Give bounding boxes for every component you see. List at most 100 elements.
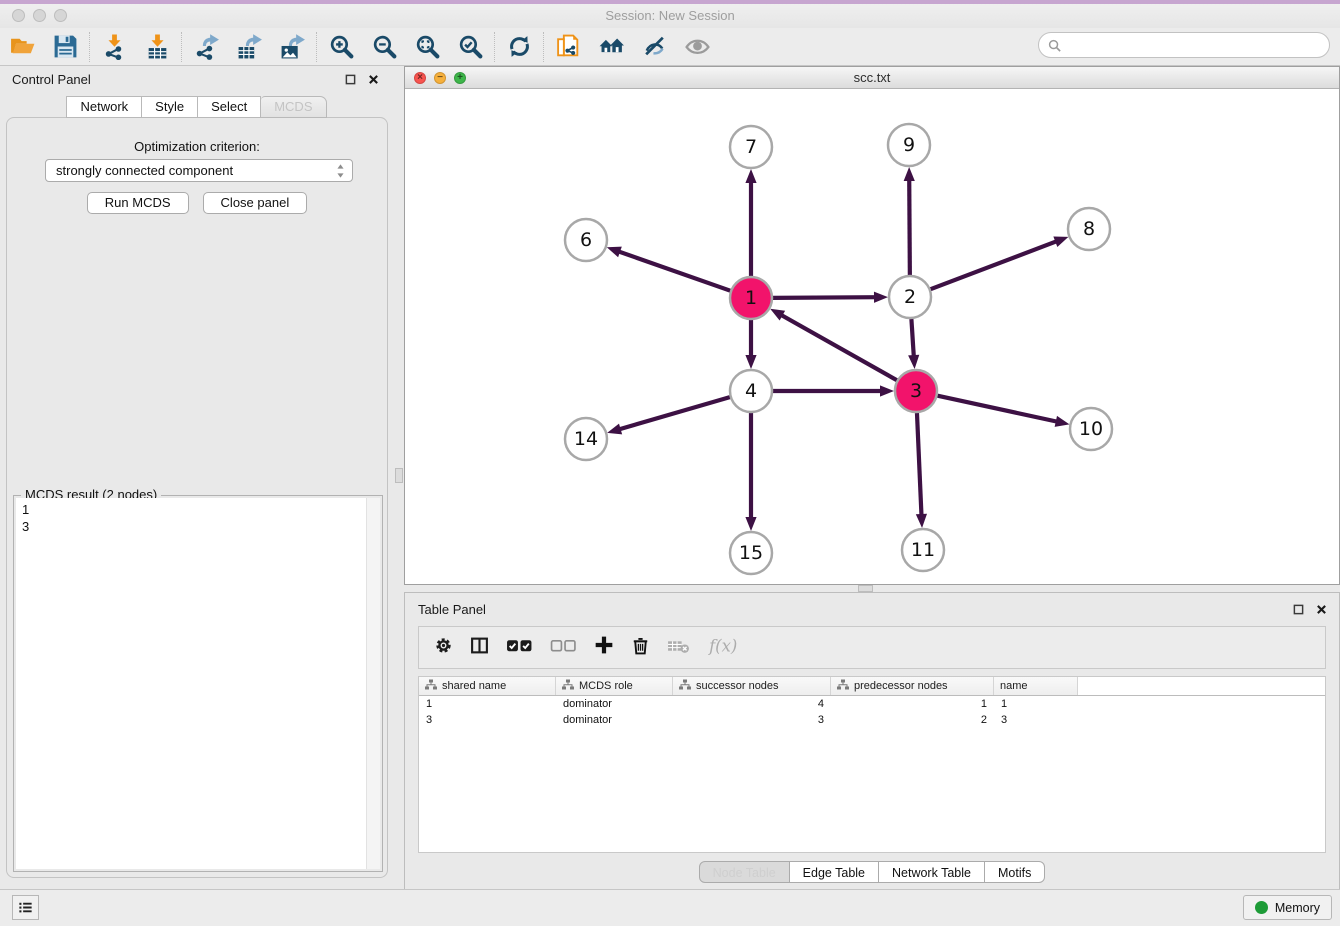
horizontal-splitter-handle[interactable] xyxy=(858,585,873,592)
network-window-titlebar[interactable]: × − + scc.txt xyxy=(405,67,1339,89)
close-panel-button[interactable] xyxy=(365,71,381,87)
open-file-button[interactable] xyxy=(6,31,38,63)
apply-preferred-layout-button[interactable] xyxy=(503,31,535,63)
graph-node-9[interactable]: 9 xyxy=(888,124,930,166)
export-image-button[interactable] xyxy=(276,31,308,63)
tab-motifs[interactable]: Motifs xyxy=(985,861,1045,883)
zoom-in-button[interactable] xyxy=(325,31,357,63)
close-table-panel-button[interactable] xyxy=(1313,601,1329,617)
table-row[interactable]: 1dominator411 xyxy=(419,696,1325,712)
graph-edge-1-6[interactable] xyxy=(607,247,730,291)
table-cell[interactable]: dominator xyxy=(556,698,673,710)
memory-status-button[interactable]: Memory xyxy=(1243,895,1332,920)
close-network-button[interactable]: × xyxy=(414,72,426,84)
table-cell[interactable]: 1 xyxy=(994,698,1078,710)
unselect-all-columns-button[interactable] xyxy=(550,636,577,660)
table-cell[interactable]: 1 xyxy=(419,698,556,710)
select-all-columns-button[interactable] xyxy=(506,636,533,660)
graph-node-3[interactable]: 3 xyxy=(895,370,937,412)
graph-edge-2-9[interactable] xyxy=(904,167,915,275)
graph-node-1[interactable]: 1 xyxy=(730,277,772,319)
network-canvas[interactable]: 7 9 6 8 1 2 4 3 14 10 15 11 xyxy=(405,89,1339,584)
search-input[interactable] xyxy=(1062,34,1319,56)
hide-graphics-details-button[interactable] xyxy=(638,31,670,63)
show-columns-button[interactable] xyxy=(470,636,489,660)
table-cell[interactable]: dominator xyxy=(556,714,673,726)
show-task-history-button[interactable] xyxy=(12,895,39,920)
column-header-predecessor-nodes[interactable]: predecessor nodes xyxy=(831,677,994,695)
close-window-button[interactable] xyxy=(12,9,25,22)
show-graphics-details-button[interactable] xyxy=(681,31,713,63)
table-cell[interactable]: 3 xyxy=(419,714,556,726)
import-network-button[interactable] xyxy=(98,31,130,63)
tab-style[interactable]: Style xyxy=(142,96,198,118)
import-network-icon xyxy=(101,33,128,60)
mcds-result-list[interactable]: 13 xyxy=(16,498,380,869)
table-cell[interactable]: 1 xyxy=(831,698,994,710)
zoom-fit-content-button[interactable] xyxy=(411,31,443,63)
minimize-window-button[interactable] xyxy=(33,9,46,22)
zoom-selected-region-button[interactable] xyxy=(454,31,486,63)
graph-edge-2-3[interactable] xyxy=(908,319,919,369)
table-cell[interactable]: 3 xyxy=(994,714,1078,726)
graph-node-8[interactable]: 8 xyxy=(1068,208,1110,250)
save-session-button[interactable] xyxy=(49,31,81,63)
tab-select[interactable]: Select xyxy=(198,96,261,118)
float-table-panel-button[interactable] xyxy=(1290,601,1306,617)
column-header-mcds-role[interactable]: MCDS role xyxy=(556,677,673,695)
tab-network-table[interactable]: Network Table xyxy=(879,861,985,883)
graph-edge-4-14[interactable] xyxy=(607,397,730,434)
zoom-out-button[interactable] xyxy=(368,31,400,63)
import-table-button[interactable] xyxy=(141,31,173,63)
table-row[interactable]: 3dominator323 xyxy=(419,712,1325,728)
export-table-button[interactable] xyxy=(233,31,265,63)
float-panel-button[interactable] xyxy=(342,71,358,87)
graph-node-14[interactable]: 14 xyxy=(565,418,607,460)
clone-network-button[interactable] xyxy=(552,31,584,63)
minimize-network-button[interactable]: − xyxy=(434,72,446,84)
table-cell[interactable]: 2 xyxy=(831,714,994,726)
graph-edge-4-3[interactable] xyxy=(773,385,894,396)
graph-edge-2-8[interactable] xyxy=(931,237,1069,290)
table-settings-gear-button[interactable] xyxy=(434,636,453,660)
column-header-name[interactable]: name xyxy=(994,677,1078,695)
graph-node-15[interactable]: 15 xyxy=(730,532,772,574)
export-network-button[interactable] xyxy=(190,31,222,63)
maximize-network-button[interactable]: + xyxy=(454,72,466,84)
graph-edge-1-2[interactable] xyxy=(773,292,888,303)
tab-node-table[interactable]: Node Table xyxy=(699,861,790,883)
result-scrollbar[interactable] xyxy=(366,498,380,869)
table-cell[interactable]: 4 xyxy=(673,698,831,710)
graph-edge-4-15[interactable] xyxy=(745,413,756,531)
graph-edge-1-7[interactable] xyxy=(745,169,756,276)
graph-node-11[interactable]: 11 xyxy=(902,529,944,571)
attribute-tree-icon xyxy=(837,679,849,693)
tab-mcds[interactable]: MCDS xyxy=(261,96,326,118)
close-panel-button-2[interactable]: Close panel xyxy=(203,192,308,214)
graph-node-4[interactable]: 4 xyxy=(730,370,772,412)
tab-network[interactable]: Network xyxy=(66,96,142,118)
open-file-icon xyxy=(9,33,36,60)
nested-network-home-button[interactable] xyxy=(595,31,627,63)
graph-edge-3-11[interactable] xyxy=(916,413,927,528)
delete-column-button[interactable] xyxy=(631,636,650,660)
maximize-window-button[interactable] xyxy=(54,9,67,22)
add-column-button[interactable] xyxy=(594,635,614,660)
criterion-dropdown[interactable]: strongly connected component xyxy=(45,159,353,182)
graph-node-6[interactable]: 6 xyxy=(565,219,607,261)
tab-edge-table[interactable]: Edge Table xyxy=(790,861,879,883)
column-header-shared-name[interactable]: shared name xyxy=(419,677,556,695)
graph-edge-3-10[interactable] xyxy=(937,396,1069,427)
graph-node-10[interactable]: 10 xyxy=(1070,408,1112,450)
attribute-tree-icon xyxy=(425,679,437,693)
graph-node-2[interactable]: 2 xyxy=(889,276,931,318)
column-header-successor-nodes[interactable]: successor nodes xyxy=(673,677,831,695)
search-box[interactable] xyxy=(1038,32,1330,58)
run-mcds-button[interactable]: Run MCDS xyxy=(87,192,189,214)
window-titlebar[interactable]: Session: New Session xyxy=(0,4,1340,28)
graph-edge-3-1[interactable] xyxy=(770,309,897,380)
vertical-splitter-handle[interactable] xyxy=(395,468,403,483)
graph-edge-1-4[interactable] xyxy=(745,320,756,369)
graph-node-7[interactable]: 7 xyxy=(730,126,772,168)
table-cell[interactable]: 3 xyxy=(673,714,831,726)
